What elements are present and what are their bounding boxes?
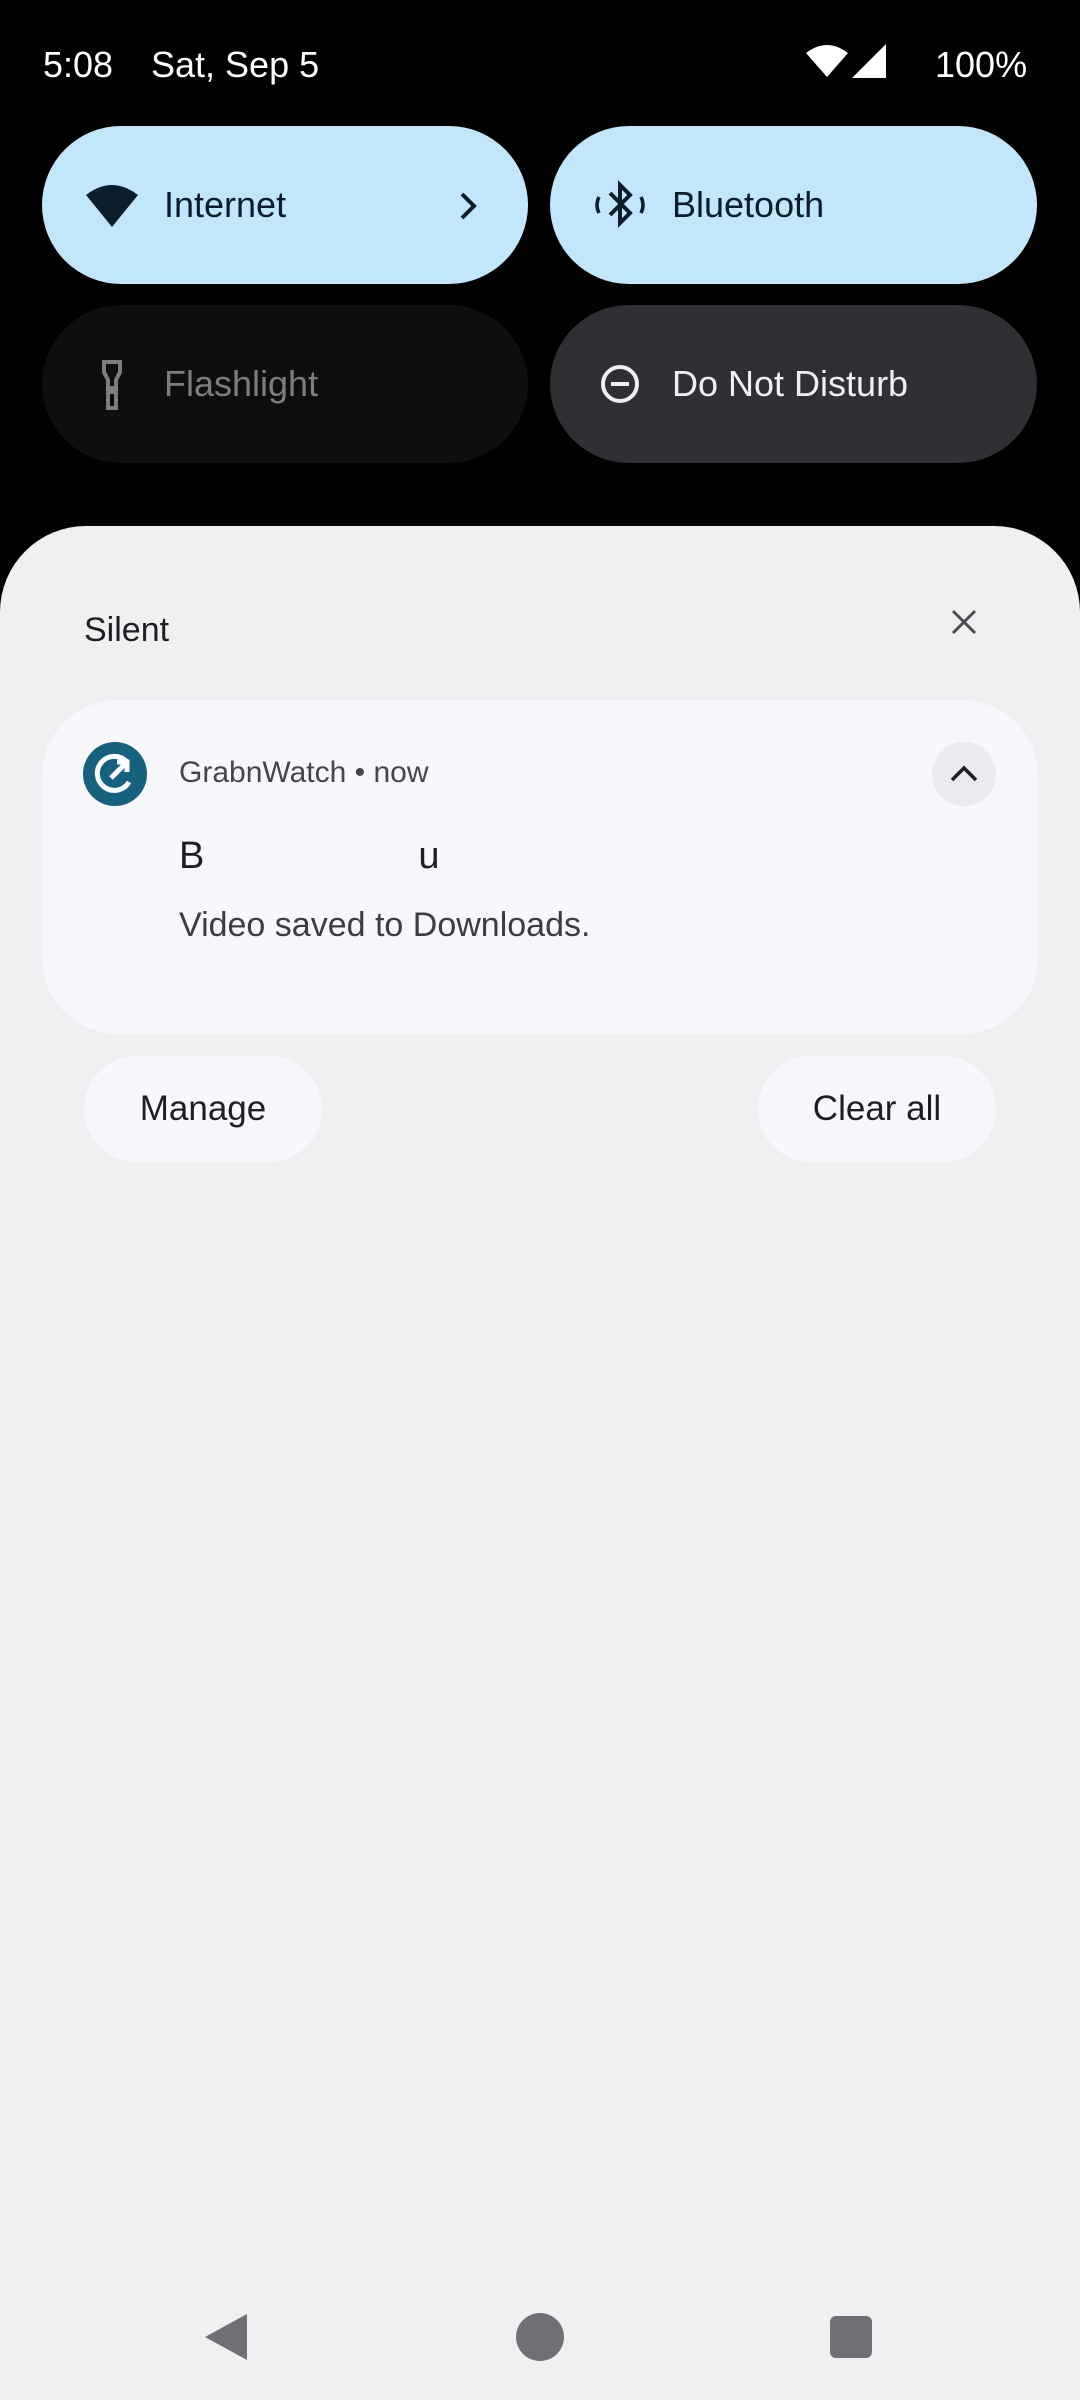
grabnwatch-app-icon <box>83 742 147 806</box>
chevron-up-icon <box>950 765 978 782</box>
notification-title-end: u <box>418 835 440 877</box>
recents-icon[interactable] <box>830 2316 872 2358</box>
section-title-silent: Silent <box>84 611 170 649</box>
notification-shade: Silent GrabnWatch • now Bu Video saved t… <box>0 526 1080 2400</box>
do-not-disturb-tile-label: Do Not Disturb <box>672 363 909 404</box>
notification-text: Video saved to Downloads. <box>179 906 591 944</box>
notification-meta: GrabnWatch • now <box>179 756 429 790</box>
wifi-icon <box>86 185 138 227</box>
bluetooth-tile-label: Bluetooth <box>672 184 825 225</box>
download-arrow-icon <box>94 753 132 793</box>
flashlight-tile-label: Flashlight <box>164 363 319 404</box>
collapse-button[interactable] <box>932 742 996 806</box>
do-not-disturb-icon <box>601 365 639 403</box>
chevron-right-icon[interactable] <box>452 186 484 226</box>
notification-title: Bu <box>179 835 440 878</box>
internet-tile-label: Internet <box>164 184 287 225</box>
close-icon[interactable] <box>938 596 990 648</box>
back-icon[interactable] <box>203 2312 249 2362</box>
battery-level: 100% <box>935 44 1028 85</box>
notification-title-start: B <box>179 835 205 877</box>
do-not-disturb-tile[interactable]: Do Not Disturb <box>550 305 1037 463</box>
internet-tile[interactable]: Internet <box>42 126 528 284</box>
meta-separator: • <box>354 756 366 789</box>
cell-signal-icon <box>852 44 886 78</box>
status-bar: 5:08 Sat, Sep 5 100% <box>0 0 1080 128</box>
manage-button[interactable]: Manage <box>84 1056 322 1162</box>
notification-app-name: GrabnWatch <box>179 756 347 789</box>
status-time: 5:08 <box>43 44 114 85</box>
wifi-icon <box>806 45 848 77</box>
home-icon[interactable] <box>516 2313 564 2361</box>
redacted-title-block <box>204 839 419 876</box>
status-date: Sat, Sep 5 <box>151 44 320 85</box>
notification-card[interactable]: GrabnWatch • now Bu Video saved to Downl… <box>42 700 1038 1034</box>
bluetooth-icon <box>595 180 645 228</box>
clear-all-button[interactable]: Clear all <box>758 1056 996 1162</box>
bluetooth-tile[interactable]: Bluetooth <box>550 126 1037 284</box>
flashlight-icon <box>102 360 122 410</box>
flashlight-tile[interactable]: Flashlight <box>42 305 528 463</box>
notification-time: now <box>373 756 429 789</box>
